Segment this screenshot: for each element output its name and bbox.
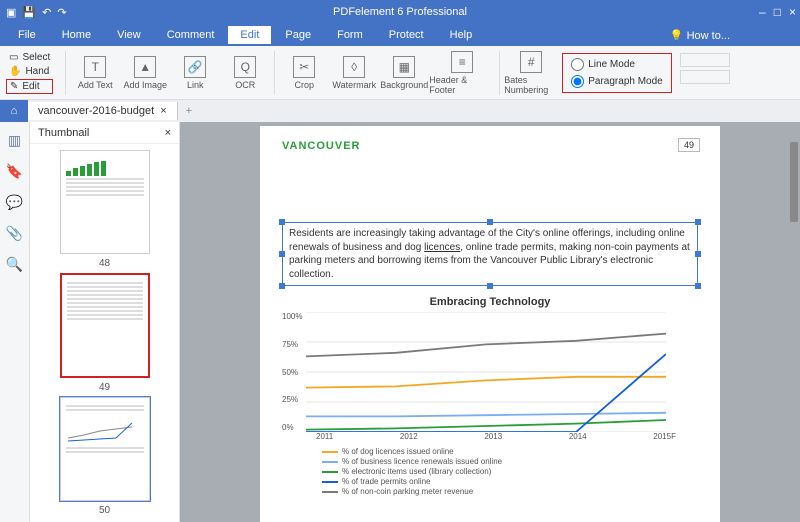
qat-redo-icon[interactable]: ↷ xyxy=(57,6,66,19)
y-tick: 0% xyxy=(282,423,302,432)
menu-edit[interactable]: Edit xyxy=(228,26,271,44)
maximize-button[interactable]: □ xyxy=(774,5,781,19)
thumbnail-page[interactable] xyxy=(60,150,150,254)
ribbon: ▭ Select ✋ Hand ✎ Edit TAdd Text ▲Add Im… xyxy=(0,46,800,100)
text-edit-box[interactable]: Residents are increasingly taking advant… xyxy=(282,222,698,286)
title-bar: ▣ 💾 ↶ ↷ PDFelement 6 Professional – □ × xyxy=(0,0,800,24)
menu-view[interactable]: View xyxy=(105,26,153,44)
thumbnail-panel-icon[interactable]: ▥ xyxy=(8,132,21,149)
background-icon: ▦ xyxy=(393,56,415,78)
line-mode-radio[interactable]: Line Mode xyxy=(571,58,663,71)
background-button[interactable]: ▦Background xyxy=(379,56,429,90)
chart: Embracing Technology 100% 75% 50% 25% 0%… xyxy=(282,296,698,496)
menu-protect[interactable]: Protect xyxy=(377,26,436,44)
legend-item: % electronic items used (library collect… xyxy=(322,467,698,476)
menu-home[interactable]: Home xyxy=(50,26,103,44)
vertical-scrollbar[interactable] xyxy=(790,142,798,222)
menu-file[interactable]: File xyxy=(6,26,48,44)
menu-form[interactable]: Form xyxy=(325,26,375,44)
bates-icon: # xyxy=(520,51,542,73)
search-panel-icon[interactable]: 🔍 xyxy=(6,256,23,273)
menu-bar: File Home View Comment Edit Page Form Pr… xyxy=(0,24,800,46)
x-tick: 2014 xyxy=(569,432,587,441)
header-footer-icon: ≡ xyxy=(451,51,473,73)
crop-button[interactable]: ✂Crop xyxy=(279,56,329,90)
legend-item: % of non-coin parking meter revenue xyxy=(322,487,698,496)
comment-panel-icon[interactable]: 💬 xyxy=(6,194,23,211)
qat-save-icon[interactable]: 💾 xyxy=(22,6,36,19)
thumbnail-page[interactable] xyxy=(60,273,150,377)
y-tick: 75% xyxy=(282,340,302,349)
thumbnail-page-number: 49 xyxy=(99,382,110,393)
legend-item: % of trade permits online xyxy=(322,477,698,486)
chart-legend: % of dog licences issued online% of busi… xyxy=(322,447,698,496)
edit-tool[interactable]: ✎ Edit xyxy=(6,79,53,94)
pdf-page: VANCOUVER 49 Residents are increasingly … xyxy=(260,126,720,522)
x-tick: 2012 xyxy=(400,432,418,441)
watermark-icon: ◊ xyxy=(343,56,365,78)
ocr-button[interactable]: QOCR xyxy=(220,56,270,90)
add-image-button[interactable]: ▲Add Image xyxy=(120,56,170,90)
ocr-icon: Q xyxy=(234,56,256,78)
chart-title: Embracing Technology xyxy=(282,296,698,308)
page-number-badge: 49 xyxy=(678,138,700,152)
add-text-button[interactable]: TAdd Text xyxy=(70,56,120,90)
thumbnail-page[interactable] xyxy=(60,397,150,501)
chart-plot-area xyxy=(306,312,666,432)
text-icon: T xyxy=(84,56,106,78)
howto-link[interactable]: 💡 How to... xyxy=(670,29,730,42)
app-icon: ▣ xyxy=(6,6,16,19)
x-tick: 2013 xyxy=(484,432,502,441)
window-title: PDFelement 6 Professional xyxy=(333,6,467,18)
legend-item: % of business licence renewals issued on… xyxy=(322,457,698,466)
select-tool[interactable]: ▭ Select xyxy=(6,51,53,64)
paragraph-mode-radio[interactable]: Paragraph Mode xyxy=(571,75,663,88)
x-tick: 2011 xyxy=(316,432,333,441)
header-footer-button[interactable]: ≡Header & Footer xyxy=(429,51,495,95)
paragraph-text[interactable]: Residents are increasingly taking advant… xyxy=(289,228,690,280)
link-icon: 🔗 xyxy=(184,56,206,78)
attachment-panel-icon[interactable]: 📎 xyxy=(6,225,23,242)
thumbnail-close-icon[interactable]: × xyxy=(165,127,171,139)
side-toolbar: ▥ 🔖 💬 📎 🔍 xyxy=(0,122,30,522)
qat-undo-icon[interactable]: ↶ xyxy=(42,6,51,19)
link-button[interactable]: 🔗Link xyxy=(170,56,220,90)
x-tick: 2015F xyxy=(653,432,676,441)
brand-text: VANCOUVER xyxy=(282,140,698,152)
menu-comment[interactable]: Comment xyxy=(155,26,227,44)
tab-close-icon[interactable]: × xyxy=(160,105,166,117)
bookmark-panel-icon[interactable]: 🔖 xyxy=(6,163,23,180)
home-icon[interactable]: ⌂ xyxy=(0,100,28,122)
new-tab-button[interactable]: + xyxy=(178,105,200,117)
watermark-button[interactable]: ◊Watermark xyxy=(329,56,379,90)
y-tick: 100% xyxy=(282,312,302,321)
legend-item: % of dog licences issued online xyxy=(322,447,698,456)
menu-page[interactable]: Page xyxy=(273,26,323,44)
image-icon: ▲ xyxy=(134,56,156,78)
y-tick: 25% xyxy=(282,395,302,404)
thumbnail-panel: Thumbnail × 48 49 50 xyxy=(30,122,180,522)
minimize-button[interactable]: – xyxy=(759,5,766,19)
edit-mode-group: Line Mode Paragraph Mode xyxy=(562,53,672,93)
close-button[interactable]: × xyxy=(789,5,796,19)
document-tab[interactable]: vancouver-2016-budget × xyxy=(28,102,178,120)
document-canvas[interactable]: VANCOUVER 49 Residents are increasingly … xyxy=(180,122,800,522)
thumbnail-page-number: 48 xyxy=(99,258,110,269)
document-tabs: ⌂ vancouver-2016-budget × + xyxy=(0,100,800,122)
thumbnail-title: Thumbnail xyxy=(38,127,89,139)
menu-help[interactable]: Help xyxy=(438,26,485,44)
thumbnail-page-number: 50 xyxy=(99,505,110,516)
crop-icon: ✂ xyxy=(293,56,315,78)
bates-button[interactable]: #Bates Numbering xyxy=(504,51,558,95)
y-tick: 50% xyxy=(282,368,302,377)
hand-tool[interactable]: ✋ Hand xyxy=(6,65,53,78)
list-style-buttons[interactable] xyxy=(680,53,730,93)
